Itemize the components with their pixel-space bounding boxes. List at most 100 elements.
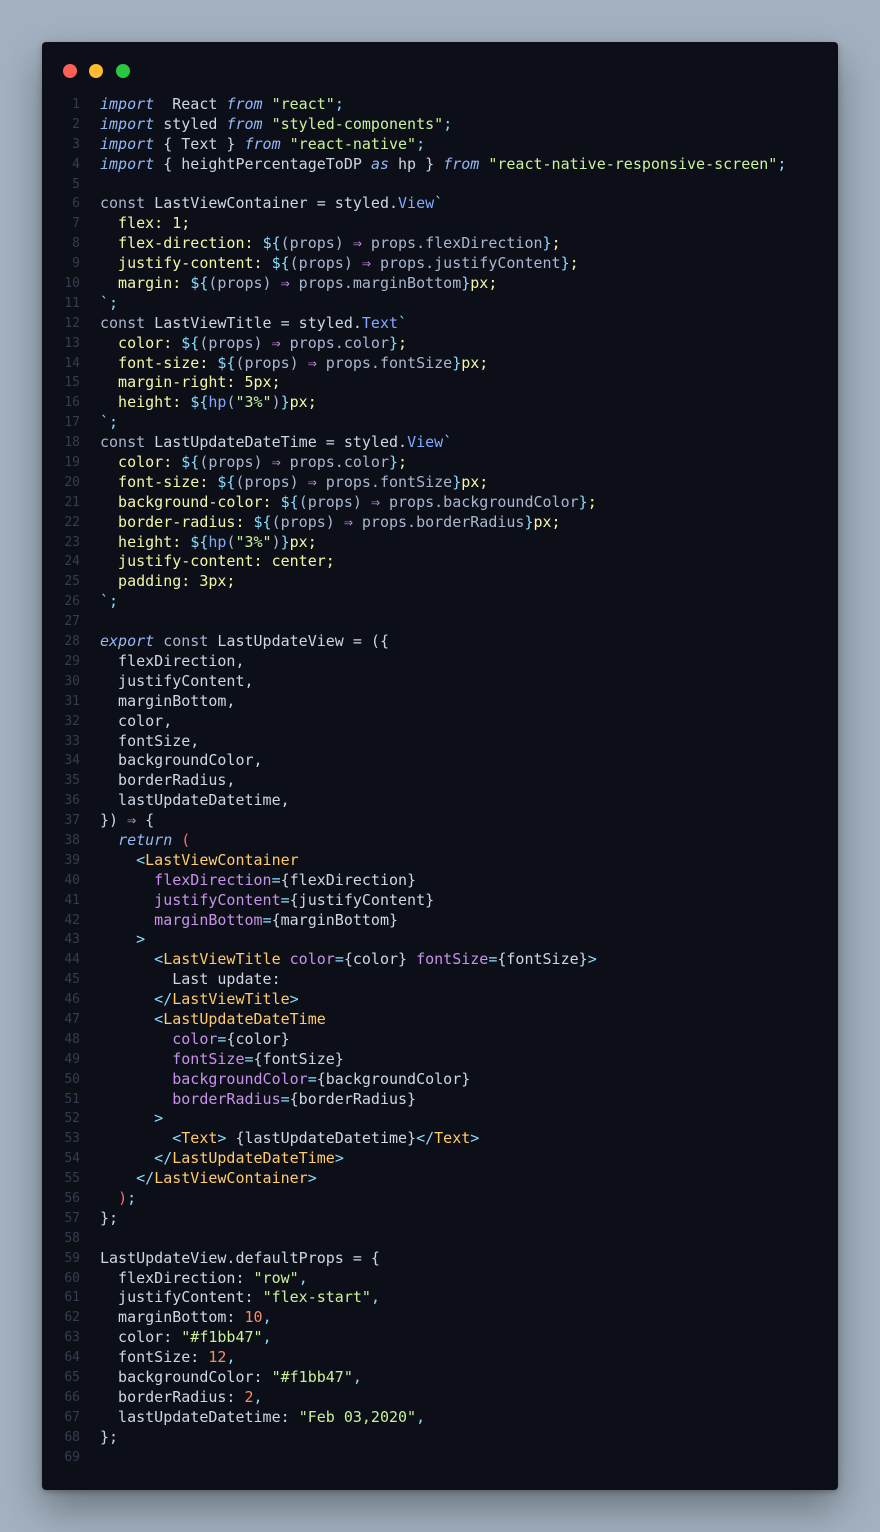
code-token: ${ [262, 234, 281, 253]
line-number: 41 [64, 892, 80, 908]
code-text: justifyContent, [100, 671, 254, 692]
code-text: fontSize={fontSize} [100, 1050, 344, 1070]
code-text: Last update: [100, 970, 280, 990]
code-token: < [100, 1129, 182, 1148]
code-line: 52 > [42, 1109, 838, 1129]
code-editor[interactable]: 1 import React from "react"; 2 import style… [42, 95, 838, 1467]
code-text: <LastViewTitle color={color} fontSize={f… [100, 950, 597, 970]
line-number: 2 [72, 116, 80, 132]
code-token: {marginBottom} [271, 910, 399, 929]
code-token: color: [100, 333, 182, 352]
code-line: 25 padding: 3px; [42, 572, 838, 592]
code-token: px; [289, 532, 317, 551]
code-token: "Feb 03,2020" [298, 1407, 417, 1426]
code-text: font-size: ${(props) ⇒ props.fontSize}px… [100, 354, 488, 374]
code-line: 61 justifyContent: "flex-start", [42, 1288, 838, 1308]
code-token: { heightPercentageToDP [154, 154, 371, 173]
line-number: 55 [64, 1171, 80, 1187]
line-number: 37 [64, 813, 80, 829]
line-number: 18 [64, 435, 80, 451]
code-line: 51 borderRadius={borderRadius} [42, 1090, 838, 1110]
code-token: = [244, 1049, 254, 1068]
code-token: from [244, 134, 281, 153]
minimize-button[interactable] [89, 64, 103, 78]
code-token: </ [416, 1129, 435, 1148]
code-token: ) [271, 393, 281, 412]
code-token: px; [533, 512, 561, 531]
line-number: 57 [64, 1210, 80, 1226]
code-text: color, [100, 712, 172, 732]
line-number: 67 [64, 1409, 80, 1425]
code-token: LastUpdateView = ({ [208, 632, 389, 651]
code-token: flexDirection, [100, 651, 245, 670]
code-token: px; [461, 472, 489, 491]
line-number: 65 [64, 1370, 80, 1385]
code-line: 45 Last update: [42, 970, 838, 990]
code-token: color: [100, 453, 182, 472]
code-token: LastViewContainer [145, 850, 299, 869]
line-number: 32 [64, 713, 80, 729]
code-line: 22 border-radius: ${(props) ⇒ props.bord… [42, 513, 838, 533]
code-line: 48 color={color} [42, 1030, 838, 1050]
code-token: justify-content: center; [100, 552, 335, 571]
line-number: 33 [64, 733, 80, 749]
code-token: hp } [389, 154, 444, 173]
code-line: 1 import React from "react"; [42, 95, 838, 115]
code-token: > [334, 1149, 344, 1168]
line-number: 31 [64, 693, 80, 709]
code-line: 31 marginBottom, [42, 692, 838, 712]
code-text: border-radius: ${(props) ⇒ props.borderR… [100, 513, 561, 533]
code-token: , [370, 1288, 380, 1307]
code-token: ; [777, 154, 787, 173]
code-token: hp [208, 393, 227, 412]
code-text: `; [100, 592, 118, 612]
code-token: View [407, 433, 444, 452]
code-token: lastUpdateDatetime: [100, 1407, 299, 1426]
code-token: from [443, 154, 480, 173]
code-token: ; [398, 453, 408, 472]
code-text: }; [100, 1209, 118, 1229]
line-number: 36 [64, 793, 80, 809]
code-text: <LastViewContainer [100, 851, 299, 871]
code-token: justifyContent, [100, 671, 254, 690]
code-text: backgroundColor, [100, 751, 263, 771]
code-token: ; [551, 234, 561, 253]
line-number: 25 [64, 574, 80, 590]
close-button[interactable] [63, 64, 77, 78]
code-token: import [100, 134, 155, 153]
code-token: , [226, 1348, 236, 1367]
code-token: {color} [343, 950, 417, 969]
code-token: 2 [244, 1387, 254, 1406]
code-token: {color} [226, 1029, 290, 1048]
code-token: "react-native" [289, 134, 417, 153]
code-token: const [163, 632, 209, 651]
code-token: import [100, 154, 155, 173]
code-token: {fontSize} [253, 1049, 344, 1068]
code-token: `; [100, 293, 119, 312]
code-token: ⇒ [307, 472, 317, 491]
code-token: LastViewTitle [163, 950, 281, 969]
code-token: props.marginBottom [289, 274, 462, 293]
line-number: 34 [64, 753, 80, 769]
code-text: flexDirection: "row", [100, 1269, 308, 1289]
code-text: <Text> {lastUpdateDatetime}</Text> [100, 1129, 479, 1149]
maximize-button[interactable] [116, 64, 130, 78]
code-text: background-color: ${(props) ⇒ props.back… [100, 493, 597, 513]
code-token: < [100, 950, 164, 969]
code-line: 64 fontSize: 12, [42, 1348, 838, 1368]
line-number: 47 [64, 1011, 80, 1027]
code-line: 17 `; [42, 413, 838, 433]
code-line: 16 height: ${hp("3%")}px; [42, 393, 838, 413]
line-number: 28 [64, 634, 80, 650]
line-number: 26 [64, 594, 80, 610]
code-line: 29 flexDirection, [42, 652, 838, 672]
code-text: `; [100, 294, 118, 314]
code-token: px; [461, 353, 489, 372]
code-token: > [100, 1109, 164, 1128]
line-number: 10 [64, 276, 80, 292]
code-token: LastViewContainer [154, 1169, 308, 1188]
code-line: 39 <LastViewContainer [42, 851, 838, 871]
code-token: LastUpdateDateTime = styled. [145, 433, 408, 452]
code-text: const LastViewContainer = styled.View` [100, 194, 443, 214]
code-text: borderRadius: 2, [100, 1388, 263, 1408]
